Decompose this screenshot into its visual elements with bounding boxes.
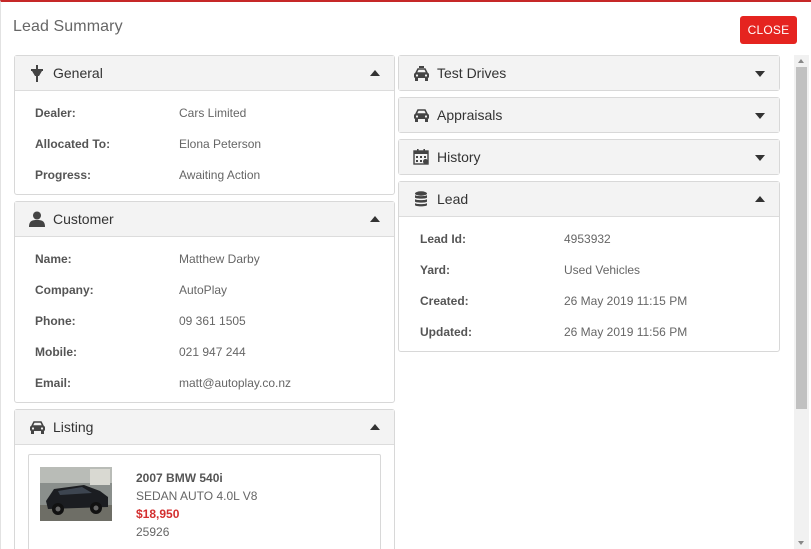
row-label: Yard:	[420, 262, 451, 277]
row-value: Cars Limited	[179, 105, 247, 120]
history-panel-title: History	[437, 149, 481, 165]
customer-row-company: Company: AutoPlay	[15, 274, 394, 305]
row-value: AutoPlay	[179, 282, 228, 297]
listing-card[interactable]: 2007 BMW 540i SEDAN AUTO 4.0L V8 $18,950…	[28, 454, 381, 549]
customer-panel-title: Customer	[53, 211, 114, 227]
general-panel: General Dealer: Cars Limited Allocated T…	[14, 55, 395, 195]
row-value: 09 361 1505	[179, 313, 246, 328]
car-icon	[411, 106, 431, 124]
car-icon	[27, 418, 47, 436]
history-panel: History	[398, 139, 780, 175]
appraisals-panel-header[interactable]: Appraisals	[399, 98, 779, 132]
row-value: Used Vehicles	[564, 262, 641, 277]
plug-icon	[27, 64, 47, 82]
general-row-allocated: Allocated To: Elona Peterson	[15, 128, 394, 159]
taxi-icon	[411, 64, 431, 82]
close-button[interactable]: CLOSE	[740, 16, 797, 44]
listing-panel-title: Listing	[53, 419, 94, 435]
row-label: Created:	[420, 293, 469, 308]
collapse-caret-icon[interactable]	[370, 70, 380, 76]
general-rows: Dealer: Cars Limited Allocated To: Elona…	[15, 91, 394, 194]
general-panel-header[interactable]: General	[15, 56, 394, 91]
lead-row-yard: Yard: Used Vehicles	[399, 254, 779, 285]
lead-row-created: Created: 26 May 2019 11:15 PM	[399, 285, 779, 316]
car-price: $18,950	[136, 507, 180, 521]
row-value: 26 May 2019 11:56 PM	[564, 324, 688, 339]
customer-row-name: Name: Matthew Darby	[15, 243, 394, 274]
row-label: Allocated To:	[35, 136, 111, 151]
car-odometer: 25926	[136, 525, 170, 539]
row-value: Matthew Darby	[179, 251, 260, 266]
test-drives-panel-title: Test Drives	[437, 65, 507, 81]
user-icon	[27, 210, 47, 228]
row-value[interactable]: matt@autoplay.co.nz	[179, 376, 291, 390]
collapse-caret-icon[interactable]	[755, 196, 765, 202]
customer-row-phone: Phone: 09 361 1505	[15, 305, 394, 336]
general-row-dealer: Dealer: Cars Limited	[15, 97, 394, 128]
lead-panel: Lead Lead Id: 4953932 Yard: Used Vehicle…	[398, 181, 780, 352]
lead-panel-title: Lead	[437, 191, 469, 207]
calendar-icon	[411, 148, 431, 166]
scrollbar-thumb[interactable]	[796, 67, 807, 409]
left-column: General Dealer: Cars Limited Allocated T…	[14, 55, 395, 549]
database-icon	[411, 190, 431, 208]
appraisals-panel: Appraisals	[398, 97, 780, 133]
row-value: 4953932	[564, 231, 611, 246]
expand-caret-icon[interactable]	[755, 155, 765, 161]
row-label: Email:	[35, 375, 72, 390]
car-info: 2007 BMW 540i SEDAN AUTO 4.0L V8 $18,950…	[136, 469, 257, 541]
row-value: Awaiting Action	[179, 167, 261, 182]
listing-panel: Listing 2007 BMW 540i SEDAN AUTO 4.0L V8…	[14, 409, 395, 549]
lead-rows: Lead Id: 4953932 Yard: Used Vehicles Cre…	[399, 217, 779, 351]
test-drives-panel: Test Drives	[398, 55, 780, 91]
row-label: Mobile:	[35, 344, 77, 359]
vertical-scrollbar[interactable]	[794, 55, 809, 549]
customer-panel-header[interactable]: Customer	[15, 202, 394, 237]
collapse-caret-icon[interactable]	[370, 216, 380, 222]
customer-rows: Name: Matthew Darby Company: AutoPlay Ph…	[15, 237, 394, 402]
row-label: Progress:	[35, 167, 92, 182]
row-label: Updated:	[420, 324, 472, 339]
customer-row-mobile: Mobile: 021 947 244	[15, 336, 394, 367]
customer-row-email: Email: matt@autoplay.co.nz	[15, 367, 394, 398]
row-label: Lead Id:	[420, 231, 467, 246]
lead-summary-modal: Lead Summary CLOSE General Dealer: Cars …	[0, 0, 811, 549]
history-panel-header[interactable]: History	[399, 140, 779, 174]
scroll-up-arrow-icon[interactable]	[798, 59, 804, 63]
lead-row-updated: Updated: 26 May 2019 11:56 PM	[399, 316, 779, 347]
scroll-down-arrow-icon[interactable]	[798, 541, 804, 545]
customer-panel: Customer Name: Matthew Darby Company: Au…	[14, 201, 395, 403]
listing-panel-header[interactable]: Listing	[15, 410, 394, 445]
car-description: SEDAN AUTO 4.0L V8	[136, 489, 258, 503]
test-drives-panel-header[interactable]: Test Drives	[399, 56, 779, 90]
row-value: Elona Peterson	[179, 136, 262, 151]
lead-row-id: Lead Id: 4953932	[399, 223, 779, 254]
general-row-progress: Progress: Awaiting Action	[15, 159, 394, 190]
row-label: Phone:	[35, 313, 76, 328]
right-column: Test Drives Appraisals History Lead Lead…	[398, 55, 780, 358]
collapse-caret-icon[interactable]	[370, 424, 380, 430]
car-thumbnail[interactable]	[40, 467, 112, 521]
general-panel-title: General	[53, 65, 103, 81]
lead-panel-header[interactable]: Lead	[399, 182, 779, 217]
row-value: 021 947 244	[179, 344, 246, 359]
expand-caret-icon[interactable]	[755, 71, 765, 77]
car-title[interactable]: 2007 BMW 540i	[136, 469, 257, 487]
modal-title: Lead Summary	[13, 18, 123, 35]
row-label: Company:	[35, 282, 94, 297]
row-label: Name:	[35, 251, 72, 266]
expand-caret-icon[interactable]	[755, 113, 765, 119]
row-label: Dealer:	[35, 105, 76, 120]
appraisals-panel-title: Appraisals	[437, 107, 503, 123]
row-value: 26 May 2019 11:15 PM	[564, 293, 688, 308]
